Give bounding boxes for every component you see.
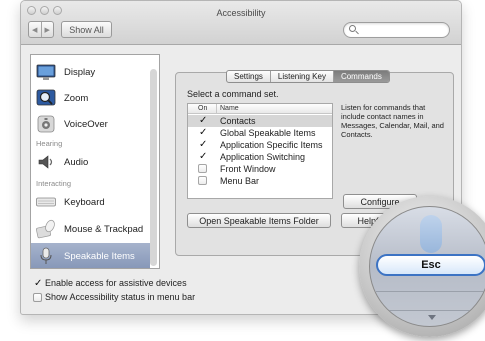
table-row[interactable]: ✓ Contacts — [188, 115, 332, 127]
sidebar-item-zoom[interactable]: Zoom — [31, 85, 150, 111]
zoom-icon — [36, 88, 56, 108]
show-status-checkbox[interactable] — [33, 292, 42, 302]
sidebar-item-audio[interactable]: Audio — [31, 149, 150, 175]
enable-access-label: Enable access for assistive devices — [45, 278, 187, 288]
sidebar-item-speakable-items[interactable]: Speakable Items — [31, 243, 150, 268]
row-checkbox[interactable] — [198, 176, 207, 185]
table-row[interactable]: Front Window — [188, 163, 332, 175]
window-title: Accessibility — [216, 8, 266, 18]
tab-bar: Settings Listening Key Commands — [226, 70, 390, 83]
instruction-text: Select a command set. — [187, 89, 279, 99]
tab-commands[interactable]: Commands — [332, 71, 389, 82]
show-all-button[interactable]: Show All — [61, 21, 112, 38]
section-header-hearing: Hearing — [36, 139, 63, 148]
row-name: Global Speakable Items — [220, 128, 316, 138]
table-row[interactable]: ✓ Application Specific Items — [188, 139, 332, 151]
table-row[interactable]: Menu Bar — [188, 175, 332, 187]
enable-access-option[interactable]: ✓ Enable access for assistive devices — [33, 278, 187, 288]
sidebar-item-label: Audio — [64, 156, 89, 168]
sidebar-item-label: Speakable Items — [64, 250, 135, 262]
back-button[interactable]: ◀ — [29, 22, 41, 37]
forward-button[interactable]: ▶ — [40, 22, 54, 37]
sidebar-item-display[interactable]: Display — [31, 59, 150, 85]
sidebar-item-mouse-trackpad[interactable]: Mouse & Trackpad — [31, 216, 150, 242]
table-row[interactable]: ✓ Application Switching — [188, 151, 332, 163]
microphone-icon — [36, 246, 56, 266]
sidebar-item-label: Mouse & Trackpad — [64, 223, 144, 235]
sidebar-item-label: Keyboard — [64, 196, 105, 208]
speech-feedback-magnifier: Esc — [359, 196, 485, 337]
table-header: On Name — [188, 104, 332, 114]
row-name: Front Window — [220, 164, 276, 174]
magnifier-lens: Esc — [369, 206, 485, 327]
tab-listening-key[interactable]: Listening Key — [269, 71, 333, 82]
command-description: Listen for commands that include contact… — [341, 103, 444, 139]
sidebar-item-label: VoiceOver — [64, 118, 108, 130]
row-name: Contacts — [220, 116, 256, 126]
mouse-trackpad-icon — [36, 219, 56, 239]
sidebar-item-label: Display — [64, 66, 96, 78]
audio-icon — [36, 152, 56, 172]
row-checkbox[interactable] — [198, 164, 207, 173]
keyboard-icon — [36, 192, 56, 212]
show-status-label: Show Accessibility status in menu bar — [45, 292, 196, 302]
row-checkbox[interactable]: ✓ — [198, 128, 207, 138]
section-header-interacting: Interacting — [36, 179, 72, 188]
row-checkbox[interactable]: ✓ — [198, 152, 207, 162]
row-name: Menu Bar — [220, 176, 260, 186]
display-icon — [36, 62, 56, 82]
chevron-down-icon[interactable] — [428, 315, 436, 320]
microphone-glow-icon — [420, 215, 442, 253]
open-speakable-items-folder-button[interactable]: Open Speakable Items Folder — [187, 213, 331, 228]
tab-settings[interactable]: Settings — [227, 71, 270, 82]
row-name: Application Switching — [220, 152, 306, 162]
listening-key-indicator: Esc — [376, 254, 485, 276]
sidebar-item-keyboard[interactable]: Keyboard — [31, 189, 150, 215]
title-bar: Accessibility ◀ ▶ Show All — [21, 1, 461, 45]
sidebar-item-label: Zoom — [64, 92, 89, 104]
column-header-on[interactable]: On — [198, 104, 207, 113]
voiceover-icon — [36, 114, 56, 134]
command-set-table: On Name ✓ Contacts ✓ Global Speakable It… — [187, 103, 333, 199]
navigation-buttons: ◀ ▶ — [28, 21, 54, 38]
row-checkbox[interactable]: ✓ — [198, 116, 207, 126]
column-header-name[interactable]: Name — [220, 104, 239, 113]
sidebar-scrollbar[interactable] — [150, 69, 157, 266]
table-row[interactable]: ✓ Global Speakable Items — [188, 127, 332, 139]
search-icon — [349, 25, 356, 32]
show-status-option[interactable]: Show Accessibility status in menu bar — [33, 292, 195, 302]
sidebar: Display Zoom VoiceOver Hearing Audio Int… — [30, 54, 160, 269]
column-divider — [216, 104, 217, 114]
level-lines — [376, 291, 485, 311]
enable-access-checkbox[interactable]: ✓ — [33, 278, 42, 288]
search-field[interactable] — [343, 22, 450, 38]
row-checkbox[interactable]: ✓ — [198, 140, 207, 150]
sidebar-item-voiceover[interactable]: VoiceOver — [31, 111, 150, 137]
row-name: Application Specific Items — [220, 140, 323, 150]
